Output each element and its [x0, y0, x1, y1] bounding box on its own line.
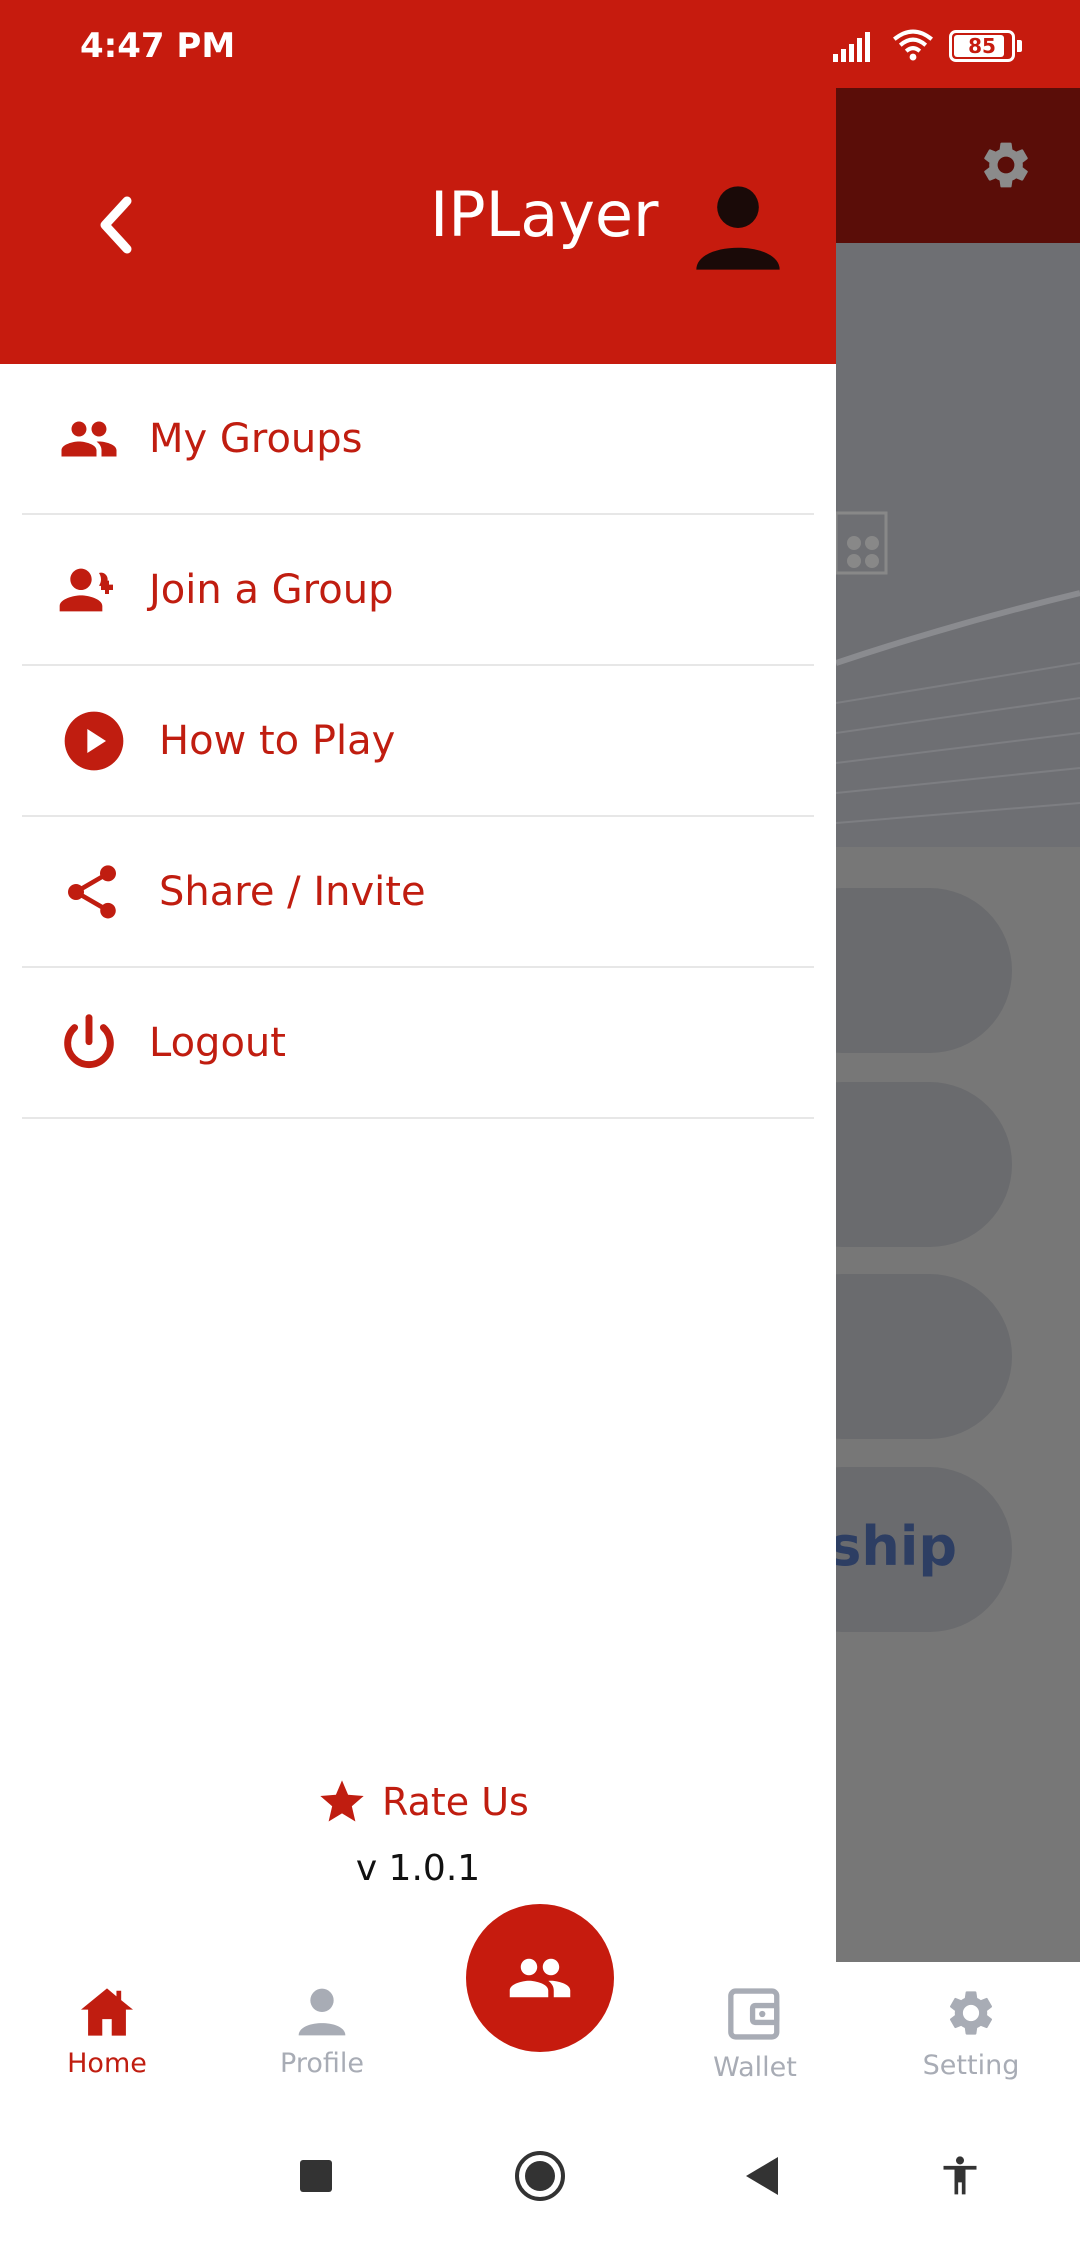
nav-profile[interactable]: Profile — [232, 1986, 412, 2079]
menu-item-join-group[interactable]: Join a Group — [22, 515, 814, 666]
version-text: v 1.0.1 — [355, 1848, 481, 1889]
wifi-icon — [893, 29, 933, 61]
status-time: 4:47 PM — [80, 26, 236, 66]
chevron-left-icon — [100, 196, 132, 254]
rate-us-button[interactable]: Rate Us — [316, 1776, 529, 1828]
group-icon — [57, 407, 121, 471]
home-icon — [81, 1988, 133, 2036]
navigation-drawer: IPLayer My Groups Join a Group How to Pl… — [0, 0, 836, 1962]
menu-item-label: My Groups — [149, 415, 363, 462]
accessibility-button[interactable] — [928, 2144, 992, 2208]
triangle-back-icon — [746, 2157, 778, 2195]
back-button[interactable] — [80, 190, 150, 260]
status-bar: 4:47 PM 85 — [0, 0, 1080, 88]
person-icon — [298, 1988, 346, 2036]
system-navigation-bar — [0, 2108, 1080, 2246]
battery-icon: 85 — [949, 30, 1015, 62]
accessibility-icon — [943, 2156, 977, 2195]
nav-home-label: Home — [67, 2048, 147, 2079]
menu-item-my-groups[interactable]: My Groups — [22, 364, 814, 515]
signal-icon — [833, 32, 870, 62]
circle-home-icon — [515, 2151, 565, 2201]
nav-profile-label: Profile — [280, 2048, 364, 2079]
nav-setting[interactable]: Setting — [881, 1986, 1061, 2081]
nav-home[interactable]: Home — [17, 1986, 197, 2079]
share-icon — [60, 860, 124, 924]
menu-item-logout[interactable]: Logout — [22, 968, 814, 1119]
play-circle-icon — [62, 709, 126, 773]
menu-item-label: Join a Group — [149, 566, 394, 613]
nav-setting-label: Setting — [922, 2050, 1020, 2081]
home-system-button[interactable] — [508, 2144, 572, 2208]
groups-fab-button[interactable] — [466, 1904, 614, 2052]
group-icon — [509, 1958, 571, 1998]
nav-wallet[interactable]: Wallet — [665, 1986, 845, 2083]
drawer-menu: My Groups Join a Group How to Play Share… — [22, 364, 814, 1119]
rate-us-label: Rate Us — [382, 1780, 529, 1824]
power-icon — [57, 1011, 121, 1075]
person-add-icon — [57, 558, 121, 622]
background-app-bar — [836, 88, 1080, 243]
back-system-button[interactable] — [730, 2144, 794, 2208]
wallet-icon — [728, 1988, 780, 2040]
status-icons: 85 — [833, 26, 1022, 66]
avatar-icon[interactable] — [688, 178, 788, 278]
nav-wallet-label: Wallet — [713, 2052, 797, 2083]
drawer-title: IPLayer — [430, 178, 659, 251]
square-icon — [300, 2160, 332, 2192]
menu-item-label: How to Play — [159, 717, 396, 764]
menu-item-label: Logout — [149, 1019, 286, 1066]
recents-button[interactable] — [284, 2144, 348, 2208]
background-hero-image — [836, 243, 1080, 847]
menu-item-label: Share / Invite — [159, 868, 426, 915]
gear-icon — [949, 1991, 993, 2035]
menu-item-share-invite[interactable]: Share / Invite — [22, 817, 814, 968]
star-icon — [320, 1780, 364, 1822]
battery-tip — [1017, 40, 1022, 52]
gear-icon — [984, 142, 1028, 188]
menu-item-how-to-play[interactable]: How to Play — [22, 666, 814, 817]
battery-level: 85 — [968, 34, 996, 58]
